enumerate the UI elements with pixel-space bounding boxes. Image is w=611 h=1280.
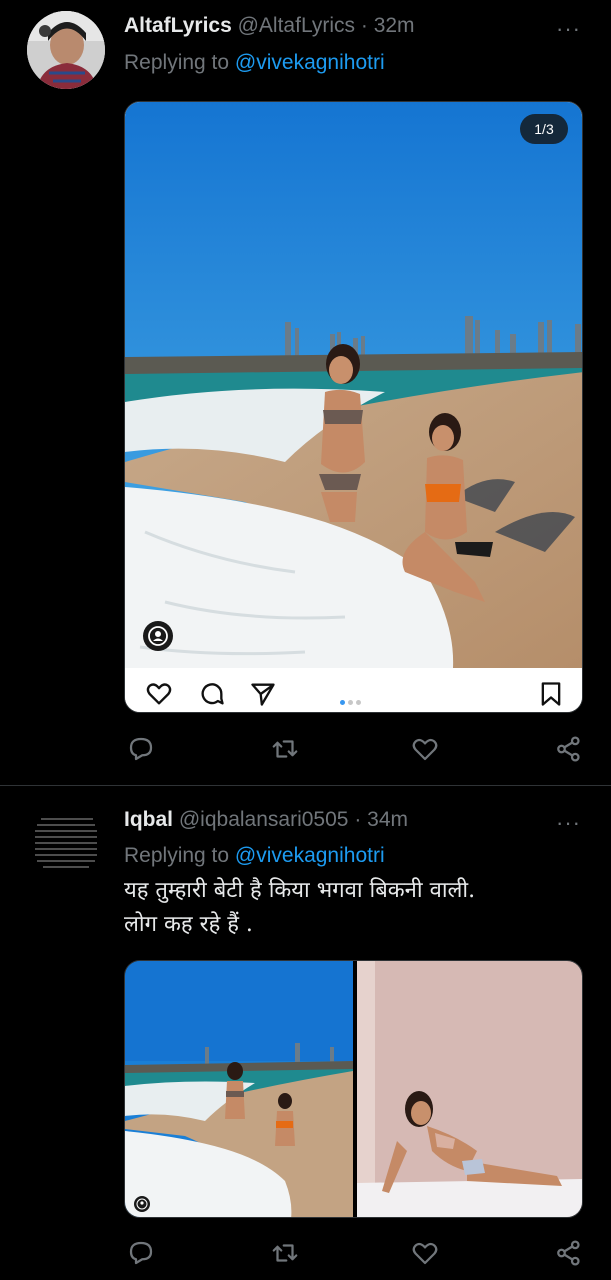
photo-image [125,102,582,668]
share-button[interactable] [554,734,584,764]
tweet-actions [124,734,584,764]
tweet-header: Iqbal @iqbalansari0505 · 34m [124,808,408,832]
display-name[interactable]: Iqbal [124,808,173,831]
carousel-dot-active [340,700,345,705]
user-handle[interactable]: @AltafLyrics [238,14,355,37]
reply-icon [129,1241,153,1265]
timestamp[interactable]: 34m [367,808,408,831]
room-photo [357,961,582,1217]
retweet-icon [272,1244,298,1262]
separator: · [354,808,362,831]
timestamp[interactable]: 32m [374,14,415,37]
mention-link[interactable]: @vivekagnihotri [235,51,385,74]
avatar[interactable] [27,801,105,879]
retweet-icon [272,740,298,758]
retweet-button[interactable] [270,1238,300,1268]
share-icon [557,1240,580,1266]
separator: · [360,14,368,37]
more-icon[interactable]: ··· [556,812,581,834]
reply-button[interactable] [126,1238,156,1268]
mention-link[interactable]: @vivekagnihotri [235,844,385,867]
carousel-dot [356,700,361,705]
media-photo-1[interactable] [125,961,353,1217]
replying-to: Replying to @vivekagnihotri [124,844,385,868]
person-tag-icon[interactable] [134,1196,150,1212]
tweet-1[interactable]: AltafLyrics @AltafLyrics · 32m ··· Reply… [0,0,611,785]
beach-photo[interactable]: 1/3 [125,102,582,668]
replying-label: Replying to [124,844,235,867]
retweet-button[interactable] [270,734,300,764]
replying-to: Replying to @vivekagnihotri [124,51,385,75]
user-handle[interactable]: @iqbalansari0505 [179,808,349,831]
carousel-dot [348,700,353,705]
heart-icon [412,738,438,761]
reply-icon [129,737,153,761]
share-icon [557,736,580,762]
carousel-dots [340,692,364,710]
display-name[interactable]: AltafLyrics [124,14,232,37]
tweet-text: यह तुम्हारी बेटी है किया भगवा बिकनी वाली… [124,878,476,937]
tweet-header: AltafLyrics @AltafLyrics · 32m [124,14,415,38]
tweet-media-grid [124,960,583,1218]
avatar-photo [27,11,105,89]
share-button[interactable] [554,1238,584,1268]
reply-button[interactable] [126,734,156,764]
heart-icon [412,1242,438,1265]
media-counter-badge: 1/3 [520,114,568,144]
beach-thumbnail [125,961,353,1217]
heart-outline-icon[interactable] [145,680,173,708]
like-button[interactable] [410,734,440,764]
like-button[interactable] [410,1238,440,1268]
tweet-actions [124,1238,584,1268]
avatar[interactable] [27,11,105,89]
comment-icon[interactable] [198,680,226,708]
send-icon[interactable] [249,680,277,708]
user-icon [136,1198,148,1210]
tweet-media[interactable]: 1/3 [124,101,583,713]
instagram-action-bar [125,668,582,712]
media-photo-2[interactable] [357,961,582,1217]
person-tag-icon[interactable] [143,621,173,651]
bookmark-icon[interactable] [537,680,565,708]
replying-label: Replying to [124,51,235,74]
avatar-text-image [27,801,105,879]
more-icon[interactable]: ··· [556,18,581,40]
user-icon [148,626,168,646]
